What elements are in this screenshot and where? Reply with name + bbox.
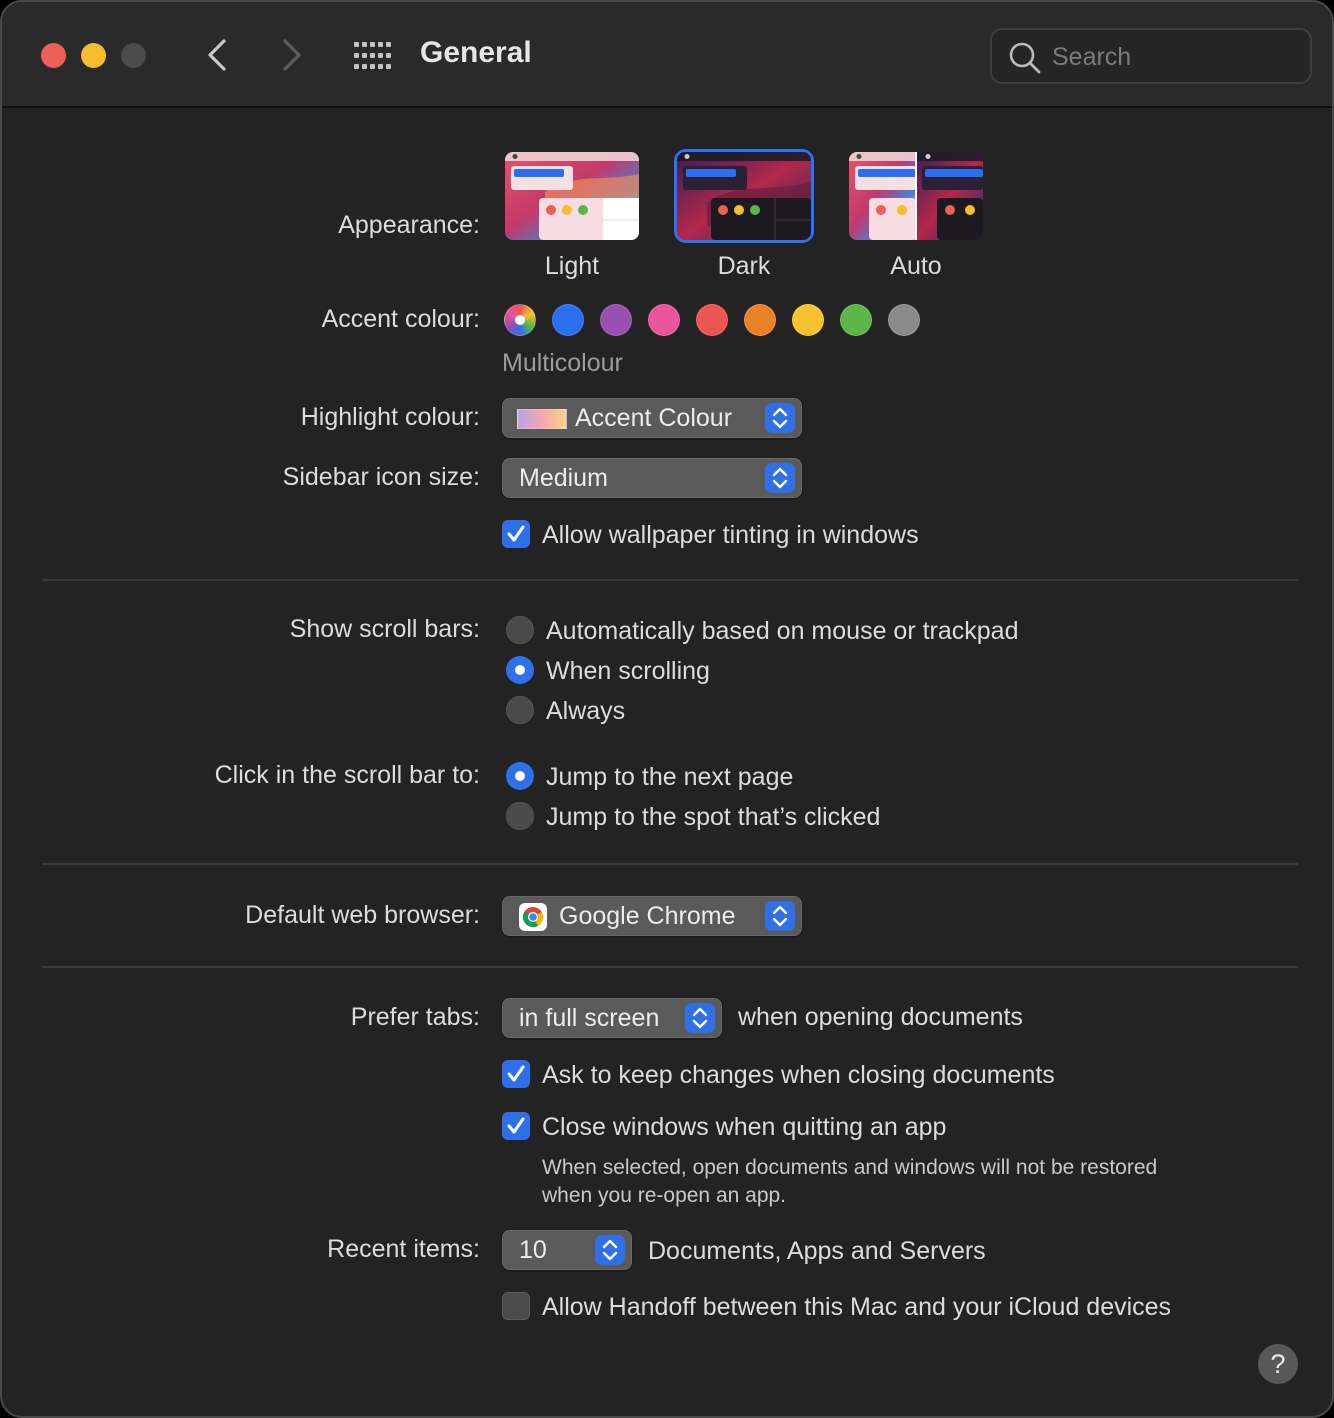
click-scroll-bar-label: Click in the scroll bar to:	[214, 761, 480, 789]
popup-stepper-icon	[765, 403, 795, 433]
appearance-dark-thumbnail[interactable]	[677, 152, 811, 240]
search-icon	[1009, 42, 1041, 74]
recent-items-popup[interactable]: 10	[502, 1230, 632, 1270]
zoom-window-button[interactable]	[121, 43, 146, 68]
search-input[interactable]	[1052, 40, 1292, 74]
wallpaper-tinting-label: Allow wallpaper tinting in windows	[542, 521, 919, 549]
highlight-colour-label: Highlight colour:	[300, 403, 480, 431]
prefer-tabs-label: Prefer tabs:	[350, 1003, 480, 1031]
popup-stepper-icon	[765, 901, 795, 931]
section-divider	[42, 579, 1298, 581]
accent-swatch-graphite[interactable]	[888, 304, 920, 336]
titlebar: General	[2, 2, 1332, 108]
help-button[interactable]: ?	[1258, 1344, 1298, 1384]
accent-colour-label: Accent colour:	[321, 305, 480, 333]
show-scroll-bars-label: Show scroll bars:	[289, 615, 480, 643]
accent-swatch-multicolour[interactable]	[504, 304, 536, 336]
chevron-left-icon	[208, 39, 226, 71]
appearance-auto-label: Auto	[890, 252, 942, 280]
prefer-tabs-popup[interactable]: in full screen	[502, 998, 722, 1038]
appearance-light-thumbnail[interactable]	[505, 152, 639, 240]
accent-swatch-yellow[interactable]	[792, 304, 824, 336]
accent-swatch-green[interactable]	[840, 304, 872, 336]
accent-swatch-blue[interactable]	[552, 304, 584, 336]
section-divider	[42, 966, 1298, 968]
help-question-icon: ?	[1270, 1349, 1286, 1379]
back-button[interactable]	[198, 32, 238, 78]
chevron-right-icon	[283, 39, 301, 71]
section-divider	[42, 863, 1298, 865]
ask-keep-changes-checkbox[interactable]	[502, 1060, 530, 1088]
accent-selected-name: Multicolour	[502, 349, 623, 377]
prefer-tabs-suffix: when opening documents	[738, 1003, 1023, 1031]
click-next-page-radio[interactable]	[506, 762, 534, 790]
close-windows-label: Close windows when quitting an app	[542, 1113, 947, 1141]
scroll-bars-when-scrolling-label: When scrolling	[546, 657, 710, 685]
scroll-bars-always-radio[interactable]	[506, 696, 534, 724]
close-windows-note-line1: When selected, open documents and window…	[542, 1156, 1158, 1179]
recent-items-label: Recent items:	[327, 1235, 480, 1263]
system-preferences-window: General Appearance:	[0, 0, 1334, 1418]
highlight-gradient-swatch	[517, 409, 567, 429]
accent-swatch-red[interactable]	[696, 304, 728, 336]
prefer-tabs-value: in full screen	[519, 1004, 660, 1032]
handoff-checkbox[interactable]	[502, 1292, 530, 1320]
sidebar-icon-size-label: Sidebar icon size:	[282, 463, 480, 491]
scroll-bars-when-scrolling-radio[interactable]	[506, 656, 534, 684]
click-spot-label: Jump to the spot that’s clicked	[546, 803, 881, 831]
search-field[interactable]	[990, 28, 1312, 84]
scroll-bars-always-label: Always	[546, 697, 626, 725]
close-windows-note-line2: when you re-open an app.	[542, 1184, 787, 1207]
appearance-dark-label: Dark	[717, 252, 771, 280]
appearance-auto-thumbnail[interactable]	[849, 152, 983, 240]
show-all-grid-icon[interactable]	[354, 42, 392, 70]
sidebar-icon-size-popup[interactable]: Medium	[502, 458, 802, 498]
click-spot-radio[interactable]	[506, 802, 534, 830]
highlight-colour-value: Accent Colour	[575, 404, 733, 432]
chrome-icon	[519, 903, 547, 931]
checkmark-icon	[507, 1117, 525, 1134]
minimize-window-button[interactable]	[81, 43, 106, 68]
checkmark-icon	[507, 1065, 525, 1082]
default-browser-label: Default web browser:	[245, 901, 480, 929]
window-title: General	[420, 36, 532, 69]
wallpaper-tinting-checkbox[interactable]	[502, 520, 530, 548]
appearance-light-label: Light	[544, 252, 600, 280]
forward-button[interactable]	[272, 32, 312, 78]
scroll-bars-auto-label: Automatically based on mouse or trackpad	[546, 617, 1019, 645]
sidebar-icon-size-value: Medium	[519, 464, 608, 492]
accent-swatch-pink[interactable]	[648, 304, 680, 336]
default-browser-value: Google Chrome	[559, 902, 736, 930]
scroll-bars-auto-radio[interactable]	[506, 616, 534, 644]
popup-stepper-icon	[685, 1003, 715, 1033]
ask-keep-changes-label: Ask to keep changes when closing documen…	[542, 1061, 1055, 1089]
accent-swatch-purple[interactable]	[600, 304, 632, 336]
checkmark-icon	[507, 525, 525, 542]
default-browser-popup[interactable]: Google Chrome	[502, 896, 802, 936]
popup-stepper-icon	[595, 1235, 625, 1265]
accent-swatch-orange[interactable]	[744, 304, 776, 336]
appearance-label: Appearance:	[338, 211, 480, 239]
highlight-colour-popup[interactable]: Accent Colour	[502, 398, 802, 438]
handoff-label: Allow Handoff between this Mac and your …	[542, 1293, 1172, 1321]
close-window-button[interactable]	[41, 43, 66, 68]
click-next-page-label: Jump to the next page	[546, 763, 794, 791]
recent-items-value: 10	[519, 1236, 547, 1264]
close-windows-checkbox[interactable]	[502, 1112, 530, 1140]
recent-items-suffix: Documents, Apps and Servers	[648, 1237, 986, 1265]
popup-stepper-icon	[765, 463, 795, 493]
